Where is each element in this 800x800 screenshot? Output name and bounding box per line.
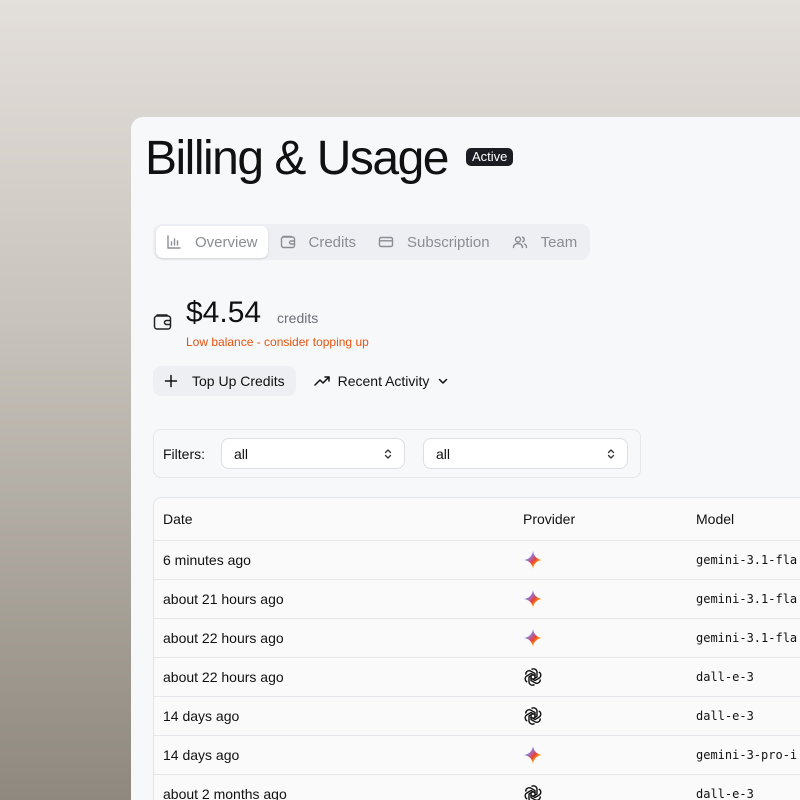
table-header-row: Date Provider Model — [154, 498, 800, 540]
balance-amount: $4.54 — [186, 296, 262, 329]
table-row[interactable]: about 22 hours ago dall-e-3 — [154, 657, 800, 696]
cell-date: about 22 hours ago — [163, 630, 284, 646]
wallet-icon — [280, 234, 296, 250]
recent-activity-dropdown[interactable]: Recent Activity — [306, 366, 458, 396]
trending-up-icon — [313, 373, 330, 389]
plus-icon — [164, 374, 178, 388]
cell-model: gemini-3.1-fla — [696, 553, 798, 567]
action-bar: Top Up Credits Recent Activity — [153, 366, 457, 396]
status-badge: Active — [466, 148, 514, 166]
column-header-provider[interactable]: Provider — [523, 498, 575, 540]
chevron-down-icon — [437, 375, 449, 387]
tab-label: Subscription — [407, 233, 490, 251]
recent-activity-label: Recent Activity — [337, 373, 430, 389]
table-row[interactable]: 6 minutes ago gemini-3.1-fla — [154, 540, 800, 579]
tab-label: Credits — [308, 233, 357, 251]
cell-model: dall-e-3 — [696, 787, 754, 800]
cell-provider — [523, 775, 543, 800]
top-up-credits-button[interactable]: Top Up Credits — [153, 366, 296, 396]
table-row[interactable]: 14 days ago gemini-3-pro-i — [154, 735, 800, 774]
chevron-up-down-icon — [605, 448, 617, 460]
cell-provider — [523, 619, 543, 657]
cell-model: dall-e-3 — [696, 709, 754, 723]
table-row[interactable]: about 2 months ago dall-e-3 — [154, 774, 800, 800]
balance-unit: credits — [277, 310, 319, 326]
credit-card-icon — [378, 234, 394, 250]
header: Billing & Usage Active — [145, 131, 514, 187]
table-row[interactable]: 14 days ago dall-e-3 — [154, 696, 800, 735]
openai-logo-icon — [523, 667, 543, 687]
low-balance-warning: Low balance - consider topping up — [186, 335, 369, 349]
tab-subscription[interactable]: Subscription — [368, 226, 500, 258]
cell-provider — [523, 736, 543, 774]
openai-logo-icon — [523, 784, 543, 800]
top-up-label: Top Up Credits — [192, 373, 285, 389]
billing-panel: Billing & Usage Active Overview Credits — [131, 117, 800, 800]
tab-credits[interactable]: Credits — [270, 226, 367, 258]
filters-label: Filters: — [163, 445, 205, 462]
cell-date: 6 minutes ago — [163, 552, 251, 568]
usage-table: Date Provider Model 6 minutes ago gemini… — [153, 497, 800, 800]
tab-bar: Overview Credits Subscription Team — [153, 224, 591, 260]
table-row[interactable]: about 22 hours ago gemini-3.1-fla — [154, 618, 800, 657]
column-header-model[interactable]: Model — [696, 498, 734, 540]
openai-logo-icon — [523, 706, 543, 726]
tab-team[interactable]: Team — [502, 226, 588, 258]
cell-date: about 21 hours ago — [163, 591, 284, 607]
cell-date: about 2 months ago — [163, 786, 287, 800]
cell-provider — [523, 697, 543, 735]
gemini-logo-icon — [523, 745, 543, 765]
gemini-logo-icon — [523, 550, 543, 570]
cell-date: about 22 hours ago — [163, 669, 284, 685]
column-header-date[interactable]: Date — [163, 498, 193, 540]
cell-provider — [523, 580, 543, 618]
wallet-icon — [153, 312, 173, 332]
page-title: Billing & Usage — [145, 132, 450, 185]
provider-filter-value: all — [234, 445, 249, 462]
cell-date: 14 days ago — [163, 708, 240, 724]
cell-date: 14 days ago — [163, 747, 240, 763]
cell-provider — [523, 658, 543, 696]
chevron-up-down-icon — [382, 448, 394, 460]
table-row[interactable]: about 21 hours ago gemini-3.1-fla — [154, 579, 800, 618]
gemini-logo-icon — [523, 628, 543, 648]
model-filter-select[interactable]: all — [423, 438, 628, 469]
tab-label: Team — [540, 233, 578, 251]
table-body: 6 minutes ago gemini-3.1-fla about 21 hou… — [154, 540, 800, 800]
tab-overview[interactable]: Overview — [156, 226, 268, 258]
tab-label: Overview — [195, 233, 258, 251]
gemini-logo-icon — [523, 589, 543, 609]
users-icon — [512, 234, 528, 250]
model-filter-value: all — [436, 445, 451, 462]
cell-model: gemini-3.1-fla — [696, 592, 798, 606]
cell-model: gemini-3.1-fla — [696, 631, 798, 645]
bar-chart-icon — [166, 234, 182, 250]
provider-filter-select[interactable]: all — [221, 438, 405, 469]
filters-bar: Filters: all all — [153, 429, 641, 478]
cell-model: gemini-3-pro-i — [696, 748, 798, 762]
cell-model: dall-e-3 — [696, 670, 754, 684]
cell-provider — [523, 541, 543, 579]
